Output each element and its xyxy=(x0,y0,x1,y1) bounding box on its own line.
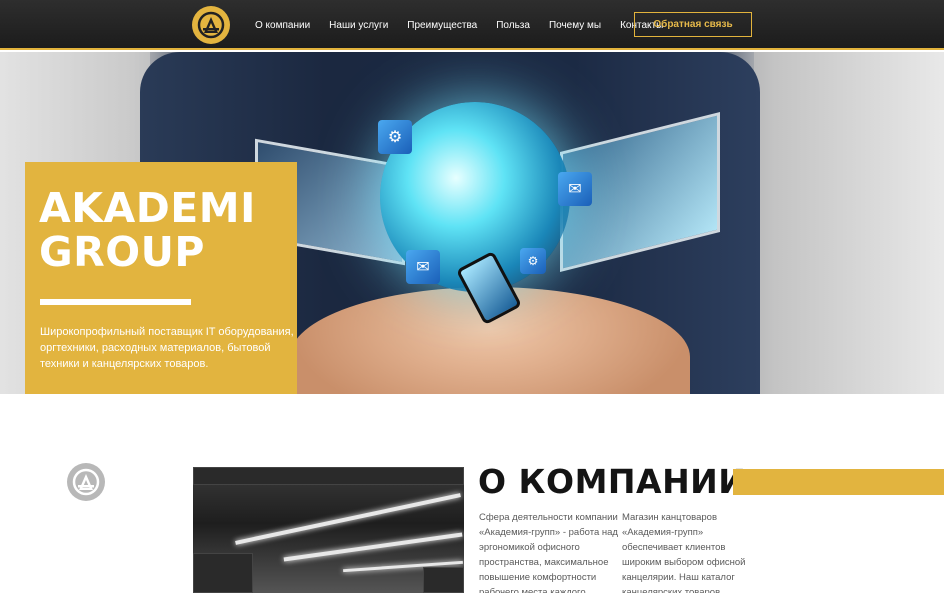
photo-ceiling xyxy=(193,467,464,485)
hero-divider xyxy=(40,299,191,305)
nav-link-why-us[interactable]: Почему мы xyxy=(549,20,601,31)
hero-title-line1: AKADEMI xyxy=(39,184,256,232)
site-header: О компании Наши услуги Преимущества Поль… xyxy=(0,0,944,50)
logo-icon[interactable] xyxy=(192,6,230,44)
chat-cube-icon: ✉ xyxy=(558,172,592,206)
mail-cube-icon: ✉ xyxy=(406,250,440,284)
about-text-column-1: Сфера деятельности компании «Академия-гр… xyxy=(479,512,618,593)
hero-banner: ⚙ ✉ ✉ ⚙ AKADEMI GROUP Широкопрофильный п… xyxy=(0,52,944,394)
photo-wall xyxy=(423,567,464,593)
nav-link-services[interactable]: Наши услуги xyxy=(329,20,388,31)
photo-light-beam xyxy=(283,532,463,562)
photo-wall xyxy=(193,553,253,593)
share-cube-icon: ⚙ xyxy=(378,120,412,154)
hero-description: Широкопрофильный поставщик IT оборудован… xyxy=(40,326,294,370)
nav-link-benefit[interactable]: Польза xyxy=(496,20,530,31)
about-title: О КОМПАНИИ xyxy=(478,462,747,501)
hero-title: AKADEMI GROUP xyxy=(39,186,289,274)
settings-cube-icon: ⚙ xyxy=(520,248,546,274)
about-title-bar xyxy=(733,469,944,495)
main-nav: О компании Наши услуги Преимущества Поль… xyxy=(255,0,682,50)
hero-background-right xyxy=(754,52,944,394)
hero-info-card: AKADEMI GROUP Широкопрофильный поставщик… xyxy=(25,162,297,394)
about-text-column-2: Магазин канцтоваров «Академия-групп» обе… xyxy=(622,512,746,593)
nav-link-about[interactable]: О компании xyxy=(255,20,310,31)
hero-title-line2: GROUP xyxy=(39,228,205,276)
nav-link-advantages[interactable]: Преимущества xyxy=(407,20,477,31)
about-logo-icon xyxy=(67,463,105,501)
feedback-button[interactable]: Обратная связь xyxy=(634,12,752,37)
about-office-photo xyxy=(193,467,464,593)
